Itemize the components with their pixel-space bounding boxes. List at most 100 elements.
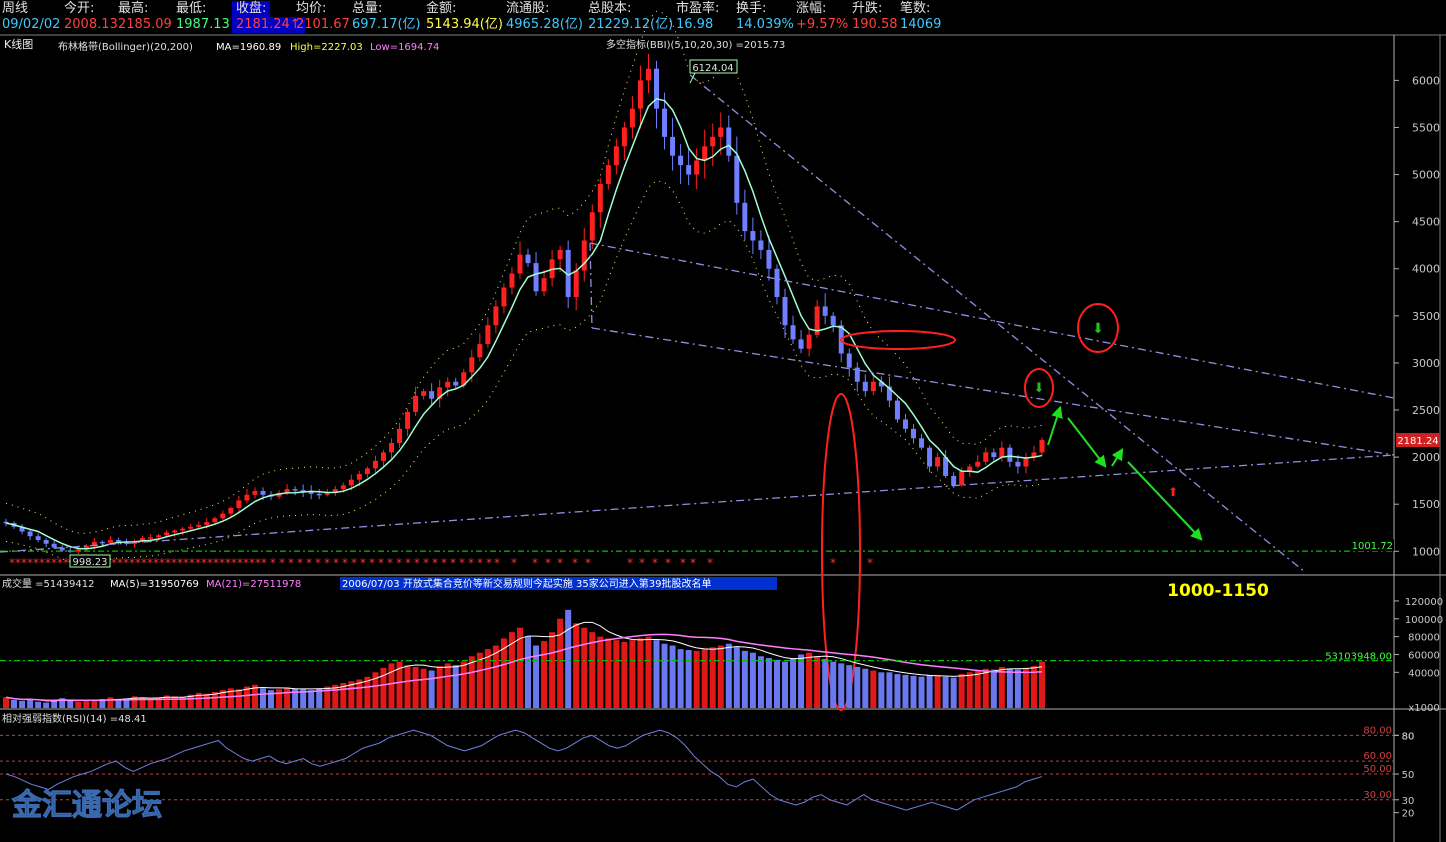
volume-bar	[581, 627, 588, 708]
candle-down	[292, 489, 298, 491]
candle-down	[862, 381, 868, 392]
volume-bar	[693, 650, 700, 708]
low-price-label: 998.23	[73, 557, 108, 568]
signal-star: *	[288, 556, 294, 570]
candle-down	[726, 127, 732, 156]
rsi-level-label: 60.00	[1363, 751, 1392, 762]
volume-bar	[838, 663, 845, 708]
volume-bar	[171, 696, 178, 708]
candle-up	[613, 146, 619, 166]
candle-up	[1039, 440, 1045, 453]
candle-down	[525, 254, 531, 264]
signal-star: *	[690, 556, 696, 570]
candle-down	[766, 249, 772, 269]
volume-bar	[259, 688, 266, 708]
price-tick-label: 5000	[1412, 169, 1440, 182]
signal-stars: * * * * * * * * * * * * * * * * * * * * * * * * * * * * * * * * * * * * * * * *…	[9, 556, 873, 570]
signal-star: *	[360, 556, 366, 570]
target-range-annotation: 1000-1150	[1167, 581, 1269, 601]
candle-down	[911, 428, 917, 439]
bbi-label: 多空指标(BBI)(5,10,20,30) =2015.73	[606, 38, 785, 51]
volume-bar	[147, 699, 154, 708]
candle-up	[196, 524, 202, 527]
candle-up	[469, 357, 475, 373]
signal-star: *	[557, 556, 563, 570]
volume-bar	[717, 645, 724, 708]
candle-down	[919, 438, 925, 448]
signal-star: *	[572, 556, 578, 570]
candle-up	[589, 212, 595, 241]
candle-down	[830, 315, 836, 326]
price-tick-label: 4500	[1412, 216, 1440, 229]
volume-bar	[276, 689, 283, 708]
candle-up	[637, 80, 643, 109]
candle-up	[935, 457, 941, 467]
volume-bar	[67, 700, 74, 708]
volume-bar	[902, 674, 909, 708]
volume-bar	[460, 661, 467, 708]
candle-up	[477, 344, 483, 358]
candle-up	[252, 491, 258, 495]
projection-arrow-up-1	[1047, 405, 1063, 446]
signal-star: *	[450, 556, 456, 570]
volume-bar	[549, 632, 556, 708]
volume-bar	[83, 699, 90, 708]
volume-bar	[541, 641, 548, 708]
volume-bar	[1006, 668, 1013, 708]
candle-up	[541, 278, 547, 292]
candle-up	[156, 535, 162, 538]
candle-down	[991, 452, 997, 458]
volume-bar	[107, 697, 114, 708]
signal-star: *	[585, 556, 591, 570]
volume-bar	[43, 702, 50, 708]
volume-bar	[782, 661, 789, 708]
volume-bar	[412, 666, 419, 708]
volume-bar	[814, 656, 821, 708]
candle-down	[846, 353, 852, 368]
volume-bar	[661, 643, 668, 708]
candle-up	[180, 528, 186, 531]
projection-arrow-up-2	[1111, 447, 1124, 467]
volume-bar	[557, 618, 564, 708]
candle-down	[51, 543, 57, 548]
signal-star: *	[652, 556, 658, 570]
volume-bar	[798, 654, 805, 708]
volume-bar	[822, 658, 829, 708]
candle-down	[822, 306, 828, 316]
candle-up	[718, 127, 724, 137]
volume-bar	[235, 689, 242, 708]
volume-bar	[878, 672, 885, 708]
volume-bar	[862, 668, 869, 708]
signal-star: *	[532, 556, 538, 570]
signal-star: *	[306, 556, 312, 570]
candle-up	[340, 485, 346, 490]
candle-up	[148, 537, 154, 539]
volume-tick-label: 120000	[1405, 597, 1443, 608]
signal-star: *	[494, 556, 500, 570]
candle-up	[172, 530, 178, 533]
annotation-ellipse-horizontal	[840, 330, 956, 350]
volume-bar	[1014, 669, 1021, 708]
projection-arrow-down-2	[1127, 461, 1203, 541]
volume-bar	[444, 663, 451, 708]
volume-bar	[942, 676, 949, 708]
volume-bar	[669, 645, 676, 708]
candle-up	[388, 442, 394, 453]
volume-bar	[468, 656, 475, 708]
volume-unit-label: x1000	[1408, 703, 1439, 714]
candle-up	[557, 249, 563, 260]
candle-up	[710, 136, 716, 147]
trendline-rising-support	[0, 454, 1395, 553]
price-tick-label: 3500	[1412, 310, 1440, 323]
rsi-tick-label: 50	[1402, 770, 1415, 781]
signal-star: *	[627, 556, 633, 570]
stock-chart: 1000 1500 2000 2500 3000 3500 4000 4500 5000 5500…	[0, 10, 1446, 842]
candle-down	[654, 68, 660, 109]
candle-up	[983, 452, 989, 462]
candle-up	[244, 494, 250, 501]
volume-bar	[420, 668, 427, 708]
volume-bar	[11, 699, 18, 708]
candle-down	[798, 339, 804, 349]
volume-bar	[308, 690, 315, 708]
signal-star: *	[324, 556, 330, 570]
